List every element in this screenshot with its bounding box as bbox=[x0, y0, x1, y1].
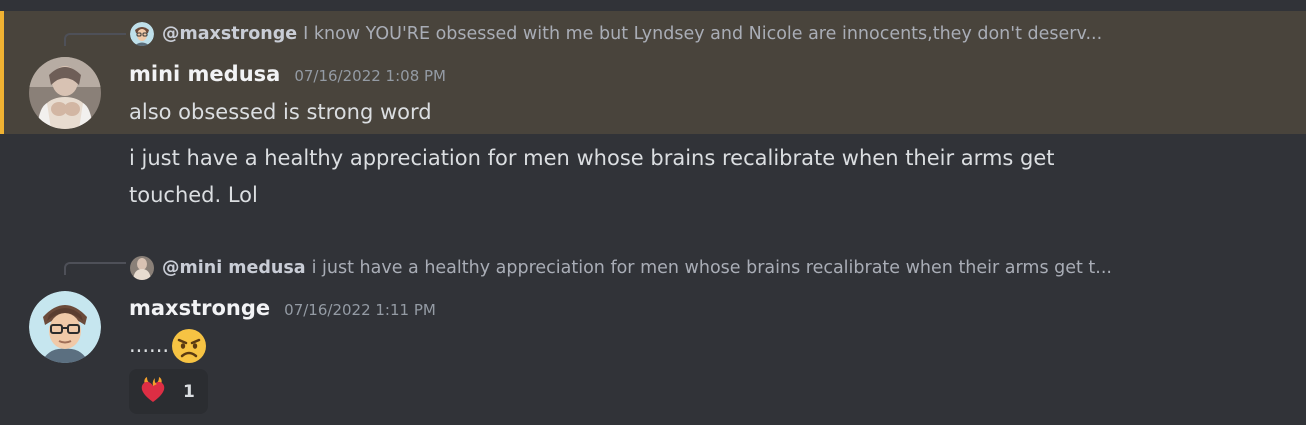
message-author[interactable]: maxstronge bbox=[129, 296, 270, 320]
mention-highlight-bar bbox=[0, 11, 4, 134]
avatar-mini-medusa[interactable] bbox=[29, 57, 101, 129]
heart-on-fire-icon bbox=[139, 376, 167, 408]
message-content-line: touched. Lol bbox=[129, 183, 258, 207]
message-timestamp[interactable]: 07/16/2022 1:11 PM bbox=[284, 301, 436, 319]
message-author[interactable]: mini medusa bbox=[129, 62, 280, 86]
reply-author[interactable]: @mini medusa bbox=[162, 257, 306, 279]
reaction-button[interactable]: 1 bbox=[129, 369, 208, 414]
message-timestamp[interactable]: 07/16/2022 1:08 PM bbox=[294, 67, 446, 85]
avatar-maxstronge[interactable] bbox=[29, 291, 101, 363]
message-header: maxstronge 07/16/2022 1:11 PM bbox=[129, 296, 436, 320]
reply-avatar-mini-medusa bbox=[130, 256, 154, 280]
message-content: ...... bbox=[129, 327, 207, 364]
reply-spine bbox=[64, 33, 126, 46]
reply-text[interactable]: i just have a healthy appreciation for m… bbox=[312, 257, 1112, 279]
chat-message-list: @maxstronge I know YOU'RE obsessed with … bbox=[0, 0, 1306, 425]
message-content: also obsessed is strong word bbox=[129, 100, 432, 124]
message-header: mini medusa 07/16/2022 1:08 PM bbox=[129, 62, 446, 86]
message-content-line: i just have a healthy appreciation for m… bbox=[129, 146, 1055, 170]
reply-text[interactable]: I know YOU'RE obsessed with me but Lynds… bbox=[303, 23, 1102, 45]
message-text: ...... bbox=[129, 333, 170, 357]
reply-spine bbox=[64, 262, 126, 275]
reply-preview[interactable]: @maxstronge I know YOU'RE obsessed with … bbox=[130, 22, 1280, 46]
reply-author[interactable]: @maxstronge bbox=[162, 23, 297, 45]
angry-face-emoji-icon bbox=[171, 328, 207, 364]
reaction-count: 1 bbox=[183, 381, 195, 402]
reply-avatar-maxstronge bbox=[130, 22, 154, 46]
reply-preview[interactable]: @mini medusa i just have a healthy appre… bbox=[130, 256, 1280, 280]
